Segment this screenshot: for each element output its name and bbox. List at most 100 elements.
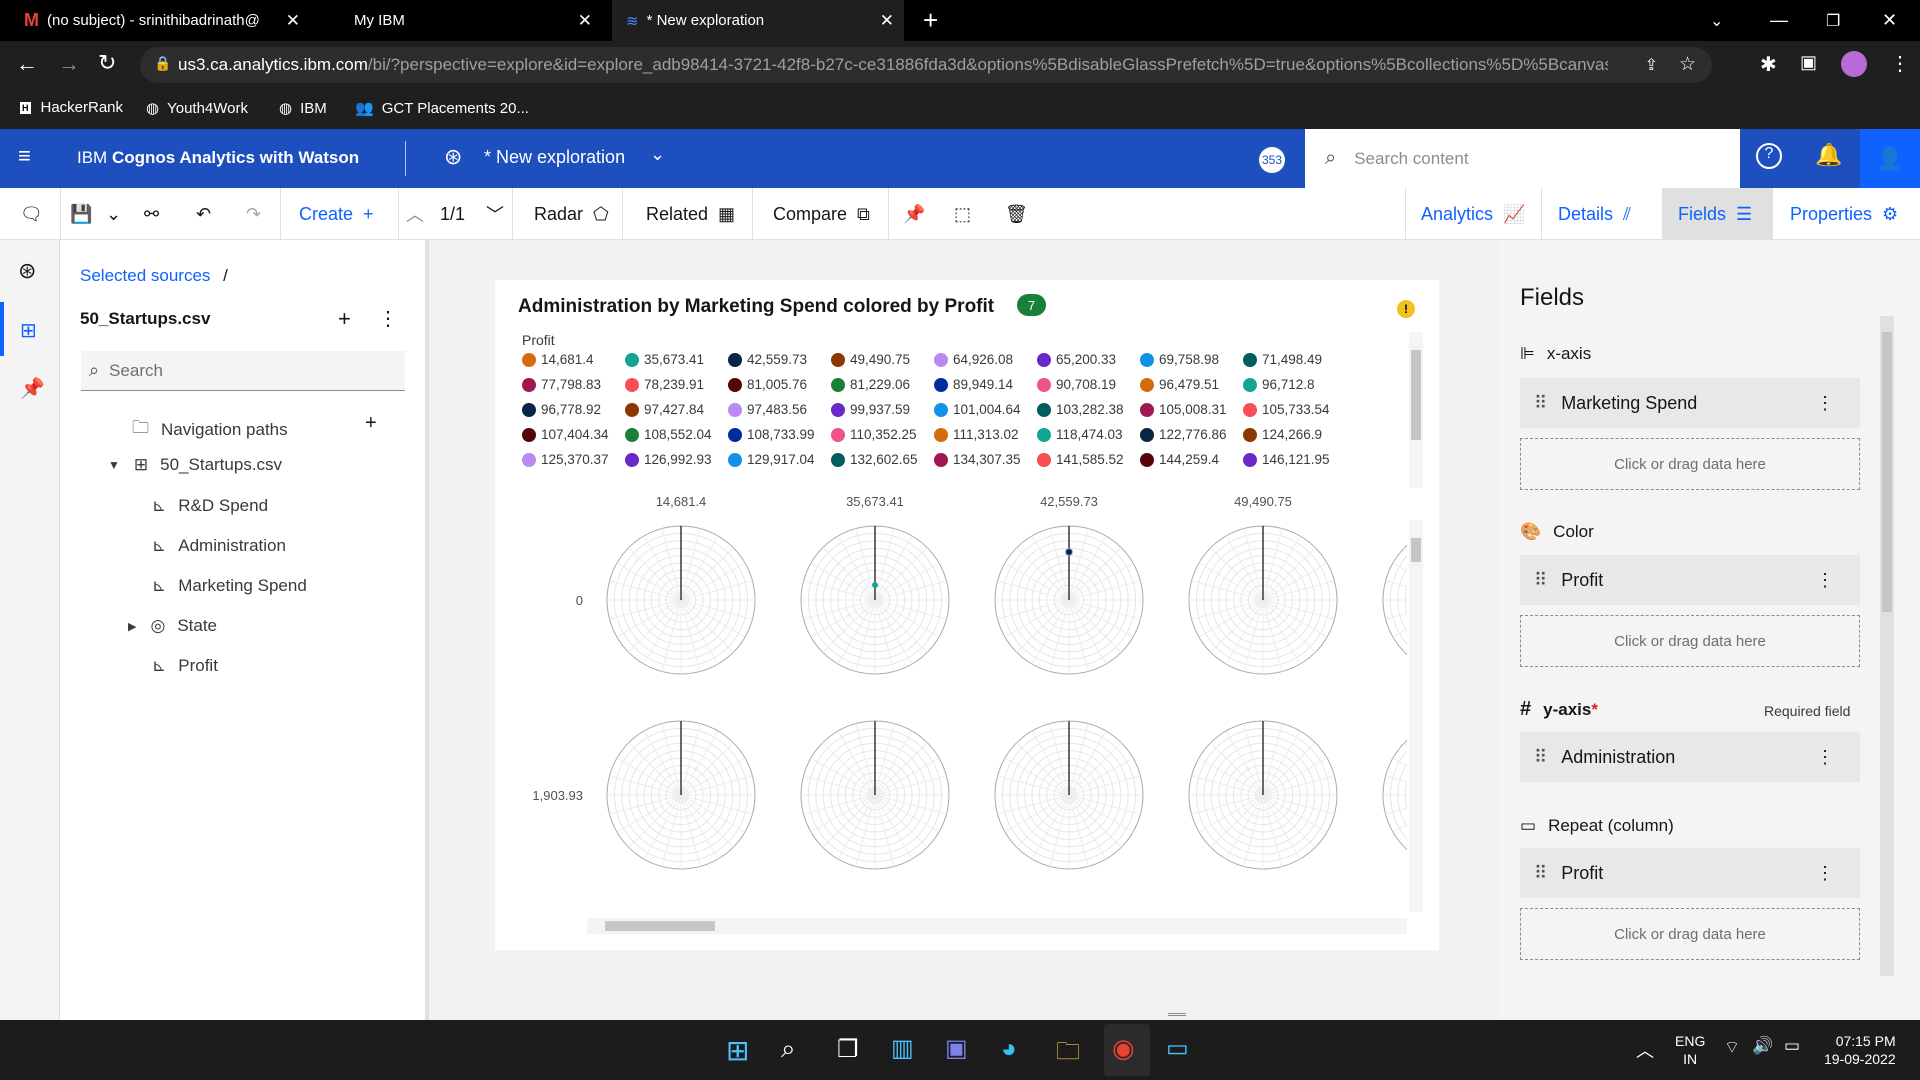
close-tab-icon[interactable]: ✕ — [578, 11, 592, 31]
legend-item[interactable]: 71,498.49 — [1243, 352, 1322, 367]
horizontal-scroll-thumb[interactable] — [605, 921, 715, 931]
taskbar-search-icon[interactable]: ⌕ — [781, 1033, 796, 1065]
new-tab-button[interactable]: + — [923, 0, 938, 41]
pin-icon[interactable]: 📌 — [903, 188, 925, 240]
show-hidden-icons[interactable]: ︿ — [1636, 1037, 1654, 1063]
hamburger-menu-icon[interactable]: ≡ — [18, 143, 31, 169]
column-marketing-spend[interactable]: ⊾ Marketing Spend — [152, 576, 307, 596]
chevron-down-icon[interactable]: ⌄ — [650, 144, 665, 165]
chevron-down-icon[interactable]: ⌄ — [106, 188, 121, 240]
legend-scroll-thumb[interactable] — [1411, 350, 1421, 440]
analytics-tab[interactable]: Analytics 📈 — [1421, 188, 1525, 240]
legend-item[interactable]: 81,229.06 — [831, 377, 910, 392]
add-path-icon[interactable]: + — [365, 412, 377, 435]
legend-item[interactable]: 134,307.35 — [934, 452, 1021, 467]
legend-item[interactable]: 14,681.4 — [522, 352, 594, 367]
fields-scroll-thumb[interactable] — [1882, 332, 1892, 612]
data-tree-icon[interactable]: ⊞ — [20, 318, 37, 343]
drag-handle-icon[interactable]: ⠿ — [1534, 863, 1547, 884]
column-rd-spend[interactable]: ⊾ R&D Spend — [152, 496, 268, 516]
share-icon[interactable]: ⚯ — [144, 188, 159, 240]
teams-chat-icon[interactable]: ▣ — [945, 1034, 968, 1063]
chart-horizontal-scrollbar[interactable] — [587, 918, 1407, 934]
close-window-icon[interactable]: ✕ — [1882, 0, 1897, 41]
legend-item[interactable]: 101,004.64 — [934, 402, 1021, 417]
minimize-icon[interactable]: — — [1770, 0, 1788, 41]
drag-handle-icon[interactable]: ⠿ — [1534, 570, 1547, 591]
legend-item[interactable]: 111,313.02 — [934, 427, 1019, 442]
insight-badge[interactable]: 7 — [1017, 294, 1046, 316]
legend-item[interactable]: 110,352.25 — [831, 427, 917, 442]
drag-handle-icon[interactable]: ⠿ — [1534, 747, 1547, 768]
repeat-field[interactable]: ⠿ Profit ⋮ — [1520, 848, 1860, 898]
legend-item[interactable]: 108,552.04 — [625, 427, 712, 442]
edge-icon[interactable]: ◕ — [1001, 1033, 1017, 1064]
notifications-bell-icon[interactable]: 🔔 — [1815, 142, 1842, 168]
tab-gmail[interactable]: M (no subject) - srinithibadrinath@ ✕ — [10, 0, 310, 41]
address-bar[interactable]: 🔒 us3.ca.analytics.ibm.com /bi/?perspect… — [140, 47, 1712, 83]
legend-item[interactable]: 35,673.41 — [625, 352, 704, 367]
caret-right-icon[interactable]: ▶ — [128, 620, 136, 633]
yaxis-field[interactable]: ⠿ Administration ⋮ — [1520, 732, 1860, 782]
next-page-icon[interactable]: ﹀ — [486, 188, 504, 240]
bookmark-star-icon[interactable]: ☆ — [1679, 53, 1696, 76]
repeat-drop-zone[interactable]: Click or drag data here — [1520, 908, 1860, 960]
table-node[interactable]: ▼ ⊞ 50_Startups.csv — [108, 455, 282, 475]
column-state[interactable]: ▶ ◎ State — [128, 616, 217, 636]
legend-item[interactable]: 81,005.76 — [728, 377, 807, 392]
warning-icon[interactable]: ! — [1397, 300, 1415, 318]
legend-item[interactable]: 141,585.52 — [1037, 452, 1124, 467]
color-field[interactable]: ⠿ Profit ⋮ — [1520, 555, 1860, 605]
navigation-paths-item[interactable]: 🗀 Navigation paths — [132, 415, 288, 444]
legend-item[interactable]: 90,708.19 — [1037, 377, 1116, 392]
save-icon[interactable]: 💾 — [70, 188, 92, 240]
legend-item[interactable]: 107,404.34 — [522, 427, 609, 442]
battery-icon[interactable]: ▭ — [1784, 1036, 1800, 1056]
redo-icon[interactable]: ↷ — [246, 188, 261, 240]
delete-icon[interactable]: 🗑 — [1005, 188, 1028, 240]
fields-tab[interactable]: Fields ☰ — [1662, 188, 1773, 240]
select-area-icon[interactable]: ⬚ — [954, 188, 971, 240]
legend-item[interactable]: 103,282.38 — [1037, 402, 1124, 417]
legend-item[interactable]: 132,602.65 — [831, 452, 918, 467]
back-icon[interactable]: ← — [16, 51, 38, 77]
tab-myibm[interactable]: My IBM ✕ — [312, 0, 602, 41]
bookmark-hackerrank[interactable]: H HackerRank — [20, 99, 123, 116]
side-panel-icon[interactable]: ▣ — [1800, 52, 1817, 73]
search-content-box[interactable]: ⌕ Search content — [1305, 129, 1740, 188]
language-indicator[interactable]: ENG IN — [1675, 1032, 1705, 1068]
legend-item[interactable]: 146,121.95 — [1243, 452, 1330, 467]
radar-button[interactable]: Radar ⬠ — [534, 188, 609, 240]
column-profit[interactable]: ⊾ Profit — [152, 656, 218, 676]
close-tab-icon[interactable]: ✕ — [880, 11, 894, 31]
vertical-scroll-thumb[interactable] — [1411, 538, 1421, 562]
legend-item[interactable]: 64,926.08 — [934, 352, 1013, 367]
task-view-icon[interactable]: ❐ — [837, 1035, 859, 1064]
legend-item[interactable]: 97,483.56 — [728, 402, 807, 417]
desktop-app-icon[interactable]: ▭ — [1166, 1034, 1189, 1063]
comment-icon[interactable]: 🗨 — [20, 188, 43, 240]
windows-start-icon[interactable]: ⊞ — [726, 1034, 749, 1067]
more-options-icon[interactable]: ⋮ — [378, 306, 398, 331]
search-input[interactable]: Search content — [1354, 149, 1468, 169]
field-options-icon[interactable]: ⋮ — [1816, 393, 1834, 414]
breadcrumb-link[interactable]: Selected sources — [80, 266, 210, 285]
volume-icon[interactable]: 🔊 — [1752, 1036, 1773, 1056]
reload-icon[interactable]: ↻ — [98, 50, 116, 76]
legend-item[interactable]: 129,917.04 — [728, 452, 815, 467]
caret-down-icon[interactable]: ▼ — [108, 458, 120, 472]
color-drop-zone[interactable]: Click or drag data here — [1520, 615, 1860, 667]
xaxis-drop-zone[interactable]: Click or drag data here — [1520, 438, 1860, 490]
share-icon[interactable]: ⇪ — [1645, 55, 1658, 75]
extensions-icon[interactable]: ✱ — [1760, 52, 1777, 77]
chrome-icon[interactable]: ◉ — [1112, 1033, 1135, 1064]
legend-item[interactable]: 96,712.8 — [1243, 377, 1315, 392]
field-options-icon[interactable]: ⋮ — [1816, 747, 1834, 768]
clock[interactable]: 07:15 PM 19-09-2022 — [1824, 1032, 1896, 1068]
tab-new-exploration[interactable]: ≋ * New exploration ✕ — [612, 0, 904, 41]
compare-button[interactable]: Compare ⧉ — [773, 188, 870, 240]
legend-item[interactable]: 105,008.31 — [1140, 402, 1227, 417]
xaxis-field[interactable]: ⠿ Marketing Spend ⋮ — [1520, 378, 1860, 428]
more-icon[interactable]: ⋮ — [1890, 51, 1910, 76]
field-options-icon[interactable]: ⋮ — [1816, 570, 1834, 591]
